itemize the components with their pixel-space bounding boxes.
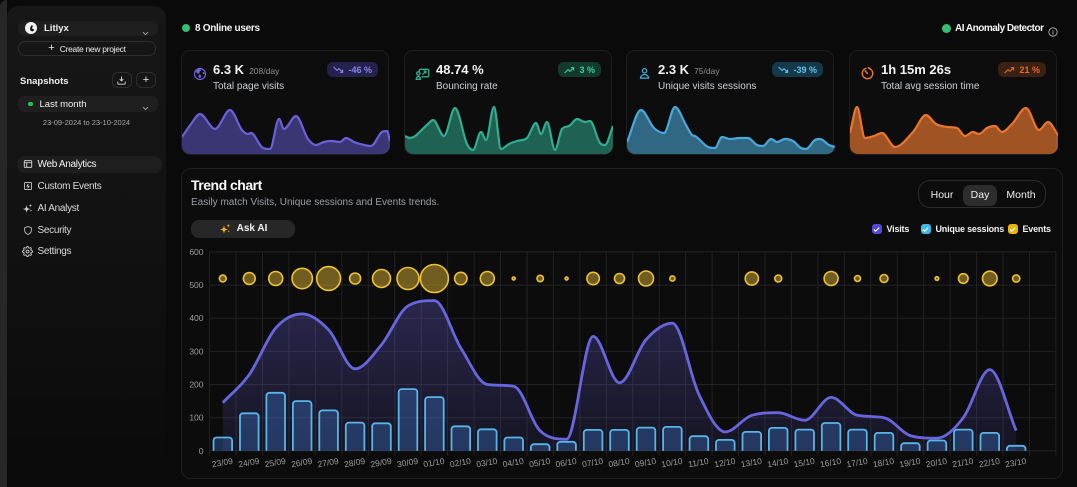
svg-text:11/10: 11/10	[687, 456, 709, 469]
svg-text:04/10: 04/10	[502, 456, 525, 470]
svg-text:100: 100	[189, 413, 203, 423]
svg-text:16/10: 16/10	[819, 456, 842, 470]
svg-text:27/09: 27/09	[317, 456, 340, 470]
svg-text:28/09: 28/09	[343, 456, 366, 470]
svg-text:30/09: 30/09	[396, 456, 419, 470]
svg-text:21/10: 21/10	[951, 456, 974, 470]
svg-text:02/10: 02/10	[449, 456, 472, 470]
svg-text:23/09: 23/09	[211, 456, 234, 470]
svg-text:500: 500	[189, 280, 203, 290]
svg-text:22/10: 22/10	[978, 456, 1001, 470]
svg-text:17/10: 17/10	[846, 456, 869, 470]
svg-text:06/10: 06/10	[555, 456, 578, 470]
svg-text:26/09: 26/09	[290, 456, 313, 470]
svg-text:15/10: 15/10	[793, 456, 816, 470]
svg-text:19/10: 19/10	[899, 456, 922, 470]
svg-text:24/09: 24/09	[237, 456, 260, 470]
svg-text:14/10: 14/10	[766, 456, 789, 470]
svg-text:12/10: 12/10	[713, 456, 736, 470]
svg-text:08/10: 08/10	[608, 456, 631, 470]
svg-text:200: 200	[189, 380, 203, 390]
svg-text:07/10: 07/10	[581, 456, 604, 470]
svg-text:13/10: 13/10	[740, 456, 763, 470]
svg-text:05/10: 05/10	[528, 456, 551, 470]
svg-text:09/10: 09/10	[634, 456, 657, 470]
svg-text:0: 0	[199, 446, 204, 456]
svg-text:20/10: 20/10	[925, 456, 948, 470]
svg-text:300: 300	[189, 346, 203, 356]
svg-text:10/10: 10/10	[661, 456, 684, 470]
svg-text:18/10: 18/10	[872, 456, 895, 470]
svg-text:23/10: 23/10	[1004, 456, 1027, 470]
svg-text:29/09: 29/09	[370, 456, 393, 470]
svg-text:01/10: 01/10	[423, 456, 446, 470]
svg-text:25/09: 25/09	[264, 456, 287, 470]
svg-text:03/10: 03/10	[475, 456, 498, 470]
svg-text:600: 600	[189, 247, 203, 257]
svg-text:400: 400	[189, 313, 203, 323]
